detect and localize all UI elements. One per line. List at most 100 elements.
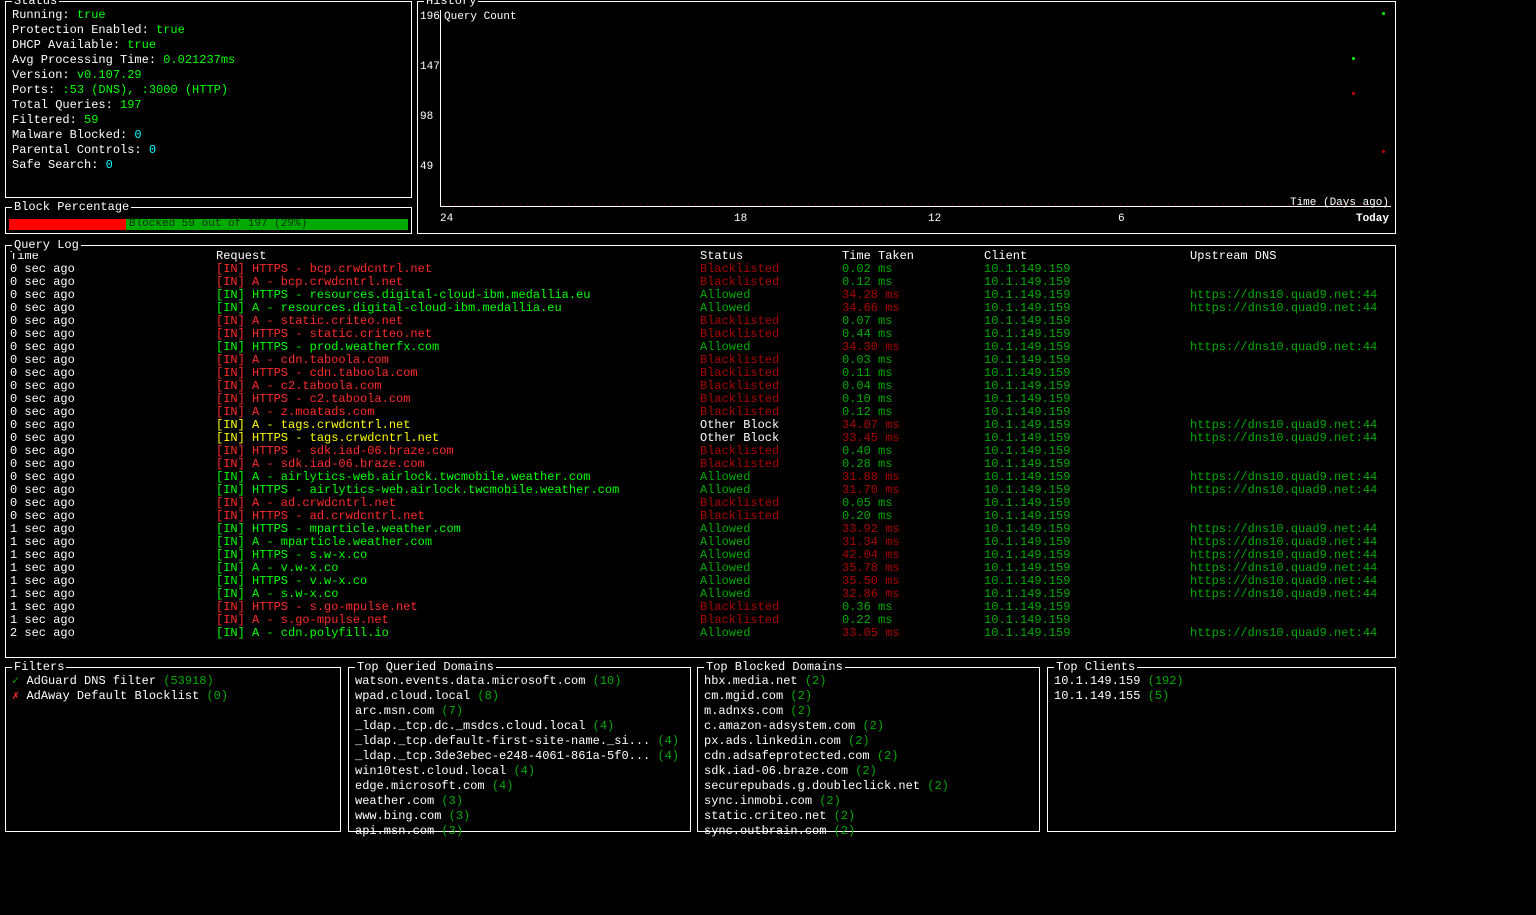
cell-taken: 31.88 ms [838, 471, 980, 484]
top-blocked-row[interactable]: static.criteo.net (2) [698, 809, 1039, 824]
query-log-row[interactable]: 0 sec ago[IN] HTTPS - resources.digital-… [6, 289, 1395, 302]
cell-client: 10.1.149.159 [980, 523, 1186, 536]
domain: sync.inmobi.com [704, 794, 812, 808]
filter-check-icon: ✓ [12, 674, 19, 688]
cell-status: Allowed [696, 471, 838, 484]
block-percentage-text: Blocked 59 out of 197 (29%) [9, 217, 307, 232]
query-log-row[interactable]: 0 sec ago[IN] A - static.criteo.netBlack… [6, 315, 1395, 328]
query-log-row[interactable]: 0 sec ago[IN] A - resources.digital-clou… [6, 302, 1395, 315]
cell-time: 0 sec ago [6, 419, 212, 432]
query-log-row[interactable]: 0 sec ago[IN] HTTPS - sdk.iad-06.braze.c… [6, 445, 1395, 458]
hdr-taken: Time Taken [838, 246, 980, 263]
top-blocked-row[interactable]: cdn.adsafeprotected.com (2) [698, 749, 1039, 764]
top-client-row[interactable]: 10.1.149.159 (192) [1048, 674, 1395, 689]
count: (8) [477, 689, 499, 703]
query-log-panel[interactable]: Query Log Time Request Status Time Taken… [5, 245, 1396, 658]
cell-upstream: https://dns10.quad9.net:44 [1186, 471, 1395, 484]
top-queried-row[interactable]: wpad.cloud.local (8) [349, 689, 690, 704]
cell-client: 10.1.149.159 [980, 432, 1186, 445]
domain: win10test.cloud.local [355, 764, 506, 778]
query-log-row[interactable]: 1 sec ago[IN] HTTPS - s.w-x.coAllowed42.… [6, 549, 1395, 562]
cell-status: Allowed [696, 302, 838, 315]
query-log-row[interactable]: 0 sec ago[IN] A - bcp.crwdcntrl.netBlack… [6, 276, 1395, 289]
query-log-row[interactable]: 1 sec ago[IN] A - s.w-x.coAllowed32.86 m… [6, 588, 1395, 601]
query-log-row[interactable]: 0 sec ago[IN] HTTPS - bcp.crwdcntrl.netB… [6, 263, 1395, 276]
query-log-row[interactable]: 0 sec ago[IN] A - z.moatads.comBlacklist… [6, 406, 1395, 419]
val-running: true [77, 8, 106, 22]
cell-time: 0 sec ago [6, 497, 212, 510]
query-log-row[interactable]: 1 sec ago[IN] A - mparticle.weather.comA… [6, 536, 1395, 549]
cell-request: [IN] HTTPS - static.criteo.net [212, 328, 696, 341]
count: (2) [855, 764, 877, 778]
query-log-row[interactable]: 0 sec ago[IN] HTTPS - c2.taboola.comBlac… [6, 393, 1395, 406]
query-log-row[interactable]: 0 sec ago[IN] A - sdk.iad-06.braze.comBl… [6, 458, 1395, 471]
filter-row[interactable]: ✓ AdGuard DNS filter (53918) [6, 674, 340, 689]
query-log-row[interactable]: 2 sec ago[IN] A - cdn.polyfill.ioAllowed… [6, 627, 1395, 640]
domain: _ldap._tcp.default-first-site-name._si..… [355, 734, 650, 748]
history-panel: History Query Count 196 147 98 49 24 18 … [417, 1, 1396, 234]
top-blocked-row[interactable]: m.adnxs.com (2) [698, 704, 1039, 719]
count: (2) [790, 704, 812, 718]
hdr-upstream: Upstream DNS [1186, 246, 1395, 263]
x-tick-0: 24 [440, 212, 453, 227]
cell-taken: 32.86 ms [838, 588, 980, 601]
history-point-filtered-today [1382, 150, 1385, 153]
query-log-row[interactable]: 1 sec ago[IN] HTTPS - v.w-x.coAllowed35.… [6, 575, 1395, 588]
query-log-row[interactable]: 1 sec ago[IN] A - s.go-mpulse.netBlackli… [6, 614, 1395, 627]
top-queried-row[interactable]: weather.com (3) [349, 794, 690, 809]
query-log-row[interactable]: 0 sec ago[IN] A - ad.crwdcntrl.netBlackl… [6, 497, 1395, 510]
query-log-row[interactable]: 0 sec ago[IN] HTTPS - static.criteo.netB… [6, 328, 1395, 341]
cell-upstream [1186, 263, 1395, 276]
top-queried-row[interactable]: edge.microsoft.com (4) [349, 779, 690, 794]
top-queried-row[interactable]: _ldap._tcp.default-first-site-name._si..… [349, 734, 690, 749]
query-log-row[interactable]: 0 sec ago[IN] HTTPS - cdn.taboola.comBla… [6, 367, 1395, 380]
query-log-row[interactable]: 0 sec ago[IN] HTTPS - tags.crwdcntrl.net… [6, 432, 1395, 445]
cell-taken: 42.04 ms [838, 549, 980, 562]
query-log-row[interactable]: 1 sec ago[IN] HTTPS - mparticle.weather.… [6, 523, 1395, 536]
cell-status: Blacklisted [696, 510, 838, 523]
top-queried-row[interactable]: arc.msn.com (7) [349, 704, 690, 719]
query-log-row[interactable]: 0 sec ago[IN] HTTPS - prod.weatherfx.com… [6, 341, 1395, 354]
top-blocked-row[interactable]: securepubads.g.doubleclick.net (2) [698, 779, 1039, 794]
cell-client: 10.1.149.159 [980, 263, 1186, 276]
top-blocked-row[interactable]: hbx.media.net (2) [698, 674, 1039, 689]
query-log-row[interactable]: 1 sec ago[IN] A - v.w-x.coAllowed35.78 m… [6, 562, 1395, 575]
filter-check-icon: ✗ [12, 689, 19, 703]
cell-status: Allowed [696, 484, 838, 497]
top-blocked-row[interactable]: px.ads.linkedin.com (2) [698, 734, 1039, 749]
query-log-row[interactable]: 0 sec ago[IN] HTTPS - airlytics-web.airl… [6, 484, 1395, 497]
count: (2) [862, 719, 884, 733]
cell-time: 0 sec ago [6, 302, 212, 315]
domain: cdn.adsafeprotected.com [704, 749, 870, 763]
top-blocked-row[interactable]: c.amazon-adsystem.com (2) [698, 719, 1039, 734]
top-queried-row[interactable]: www.bing.com (3) [349, 809, 690, 824]
top-blocked-row[interactable]: sync.outbrain.com (2) [698, 824, 1039, 839]
top-queried-row[interactable]: api.msn.com (3) [349, 824, 690, 839]
top-blocked-row[interactable]: cm.mgid.com (2) [698, 689, 1039, 704]
val-parental: 0 [149, 143, 156, 157]
query-log-row[interactable]: 0 sec ago[IN] A - c2.taboola.comBlacklis… [6, 380, 1395, 393]
top-blocked-row[interactable]: sdk.iad-06.braze.com (2) [698, 764, 1039, 779]
top-blocked-row[interactable]: sync.inmobi.com (2) [698, 794, 1039, 809]
domain: edge.microsoft.com [355, 779, 485, 793]
cell-upstream: https://dns10.quad9.net:44 [1186, 432, 1395, 445]
top-queried-row[interactable]: watson.events.data.microsoft.com (10) [349, 674, 690, 689]
query-log-row[interactable]: 0 sec ago[IN] HTTPS - ad.crwdcntrl.netBl… [6, 510, 1395, 523]
top-queried-row[interactable]: win10test.cloud.local (4) [349, 764, 690, 779]
count: (3) [441, 794, 463, 808]
history-axis-title: Time (Days ago) [1290, 196, 1389, 211]
cell-request: [IN] A - cdn.polyfill.io [212, 627, 696, 640]
top-queried-row[interactable]: _ldap._tcp.3de3ebec-e248-4061-861a-5f0..… [349, 749, 690, 764]
filter-row[interactable]: ✗ AdAway Default Blocklist (0) [6, 689, 340, 704]
cell-time: 1 sec ago [6, 523, 212, 536]
query-log-row[interactable]: 1 sec ago[IN] HTTPS - s.go-mpulse.netBla… [6, 601, 1395, 614]
cell-upstream [1186, 276, 1395, 289]
cell-client: 10.1.149.159 [980, 367, 1186, 380]
query-log-row[interactable]: 0 sec ago[IN] A - cdn.taboola.comBlackli… [6, 354, 1395, 367]
query-log-row[interactable]: 0 sec ago[IN] A - airlytics-web.airlock.… [6, 471, 1395, 484]
cell-request: [IN] HTTPS - cdn.taboola.com [212, 367, 696, 380]
cell-request: [IN] A - ad.crwdcntrl.net [212, 497, 696, 510]
top-client-row[interactable]: 10.1.149.155 (5) [1048, 689, 1395, 704]
query-log-row[interactable]: 0 sec ago[IN] A - tags.crwdcntrl.netOthe… [6, 419, 1395, 432]
top-queried-row[interactable]: _ldap._tcp.dc._msdcs.cloud.local (4) [349, 719, 690, 734]
